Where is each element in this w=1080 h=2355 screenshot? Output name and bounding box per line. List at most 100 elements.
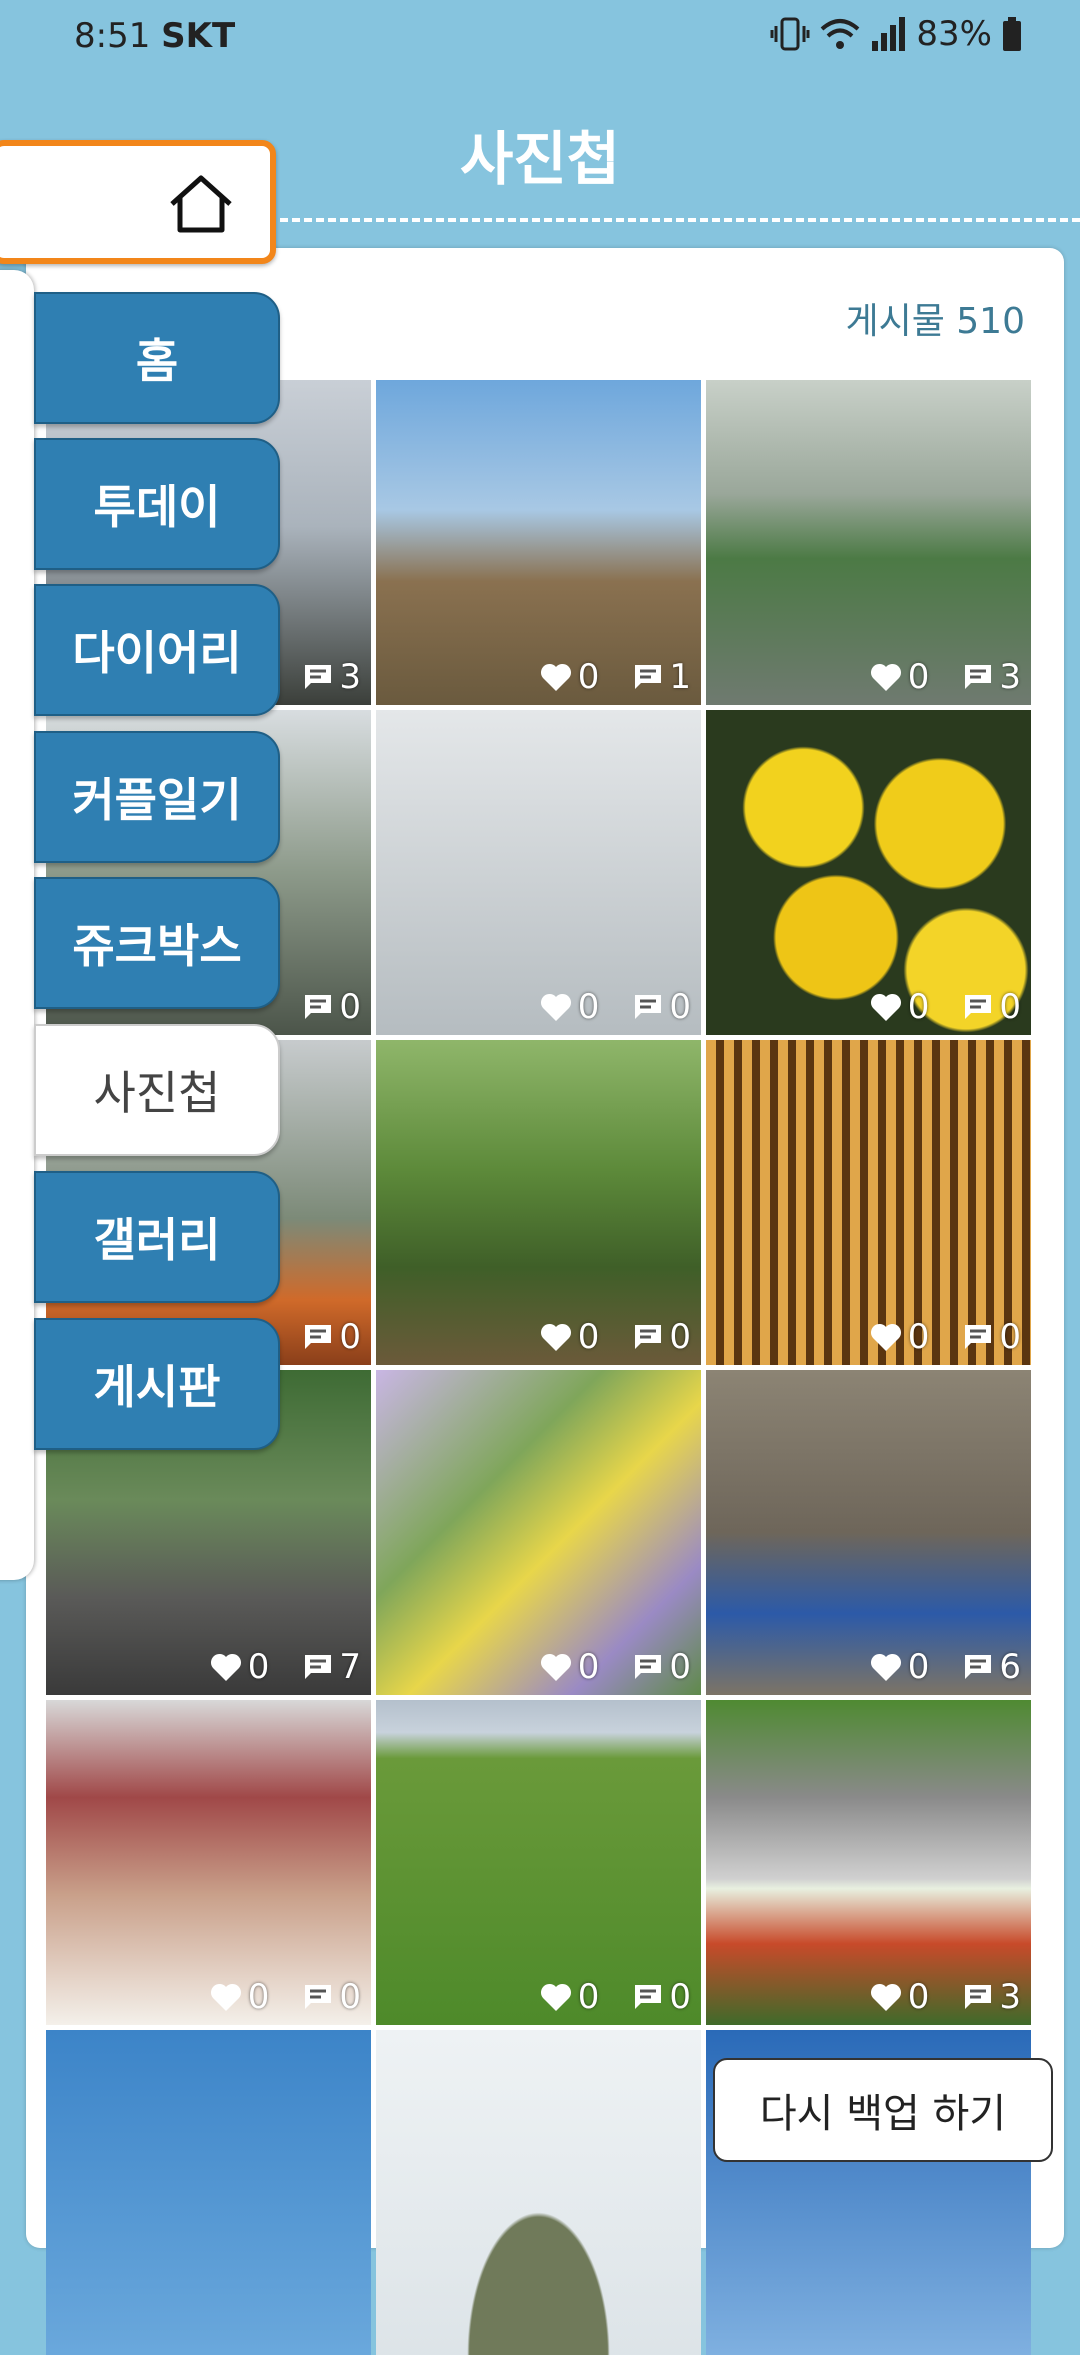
status-icons: 83% [770,14,1022,54]
battery-icon [1003,17,1021,51]
comment-count: 3 [999,1977,1021,2017]
comment-count: 0 [669,1647,691,1687]
photo-stats: 0 0 [210,1977,361,2017]
photo-thumb[interactable]: 0 1 [376,380,701,705]
heart-icon [210,1983,241,2011]
photo-stats: 0 0 [870,1317,1021,1357]
comment-icon [965,1325,992,1349]
comment-count: 3 [999,657,1021,697]
photo-thumb[interactable] [376,2030,701,2355]
status-time: 8:51 SKT [74,16,235,56]
tab-gallery[interactable]: 갤러리 [34,1171,280,1303]
like-count: 0 [577,1317,600,1357]
comment-icon [635,665,662,689]
comment-icon [965,995,992,1019]
side-nav-panel [0,270,34,1580]
home-button[interactable] [0,140,276,264]
photo-thumb[interactable]: 0 0 [46,1700,371,2025]
tab-diary[interactable]: 다이어리 [34,584,280,716]
photo-stats: 0 0 [540,1317,691,1357]
photo-thumb[interactable] [46,2030,371,2355]
signal-icon [872,17,906,51]
photo-stats: 0 [269,1317,361,1357]
like-count: 0 [577,987,600,1027]
like-count: 0 [907,1647,930,1687]
battery-percent: 83% [916,14,992,54]
photo-thumb[interactable]: 0 0 [376,1040,701,1365]
comment-icon [305,995,332,1019]
photo-stats: 0 0 [540,1647,691,1687]
comment-count: 0 [339,1317,361,1357]
comment-count: 3 [339,657,361,697]
comment-icon [965,1655,992,1679]
photo-stats: 0 0 [540,1977,691,2017]
photo-thumb[interactable]: 0 3 [706,1700,1031,2025]
status-bar: 8:51 SKT 83% [0,0,1080,70]
carrier: SKT [161,16,236,56]
photo-thumb[interactable]: 0 0 [376,710,701,1035]
wifi-icon [821,19,860,49]
tab-board[interactable]: 게시판 [34,1318,280,1450]
photo-thumb[interactable]: 0 0 [706,710,1031,1035]
photo-image [46,2030,371,2355]
post-count: 게시물 510 [845,301,1025,342]
comment-count: 0 [999,987,1021,1027]
heart-icon [210,1653,241,1681]
comment-icon [965,665,992,689]
photo-stats: 3 [269,657,361,697]
photo-thumb[interactable]: 0 0 [706,1040,1031,1365]
like-count: 0 [907,1317,930,1357]
heart-icon [870,663,901,691]
comment-icon [635,1985,662,2009]
home-icon [170,175,232,233]
photo-stats: 0 0 [540,987,691,1027]
comment-icon [305,1985,332,2009]
comment-icon [635,1655,662,1679]
tab-home[interactable]: 홈 [34,292,280,424]
comment-icon [305,1655,332,1679]
comment-icon [305,665,332,689]
heart-icon [870,1323,901,1351]
heart-icon [540,993,571,1021]
photo-stats: 0 0 [870,987,1021,1027]
comment-count: 0 [669,1977,691,2017]
comment-count: 6 [999,1647,1021,1687]
comment-count: 0 [339,1977,361,2017]
photo-thumb[interactable]: 0 0 [376,1700,701,2025]
heart-icon [870,1653,901,1681]
heart-icon [540,663,571,691]
comment-icon [635,1325,662,1349]
heart-icon [870,1983,901,2011]
clock: 8:51 [74,16,151,56]
comment-icon [305,1325,332,1349]
comment-count: 0 [669,987,691,1027]
like-count: 0 [907,1977,930,2017]
heart-icon [870,993,901,1021]
tab-today[interactable]: 투데이 [34,438,280,570]
comment-count: 0 [669,1317,691,1357]
heart-icon [540,1653,571,1681]
photo-stats: 0 7 [210,1647,361,1687]
photo-stats: 0 3 [870,657,1021,697]
photo-stats: 0 6 [870,1647,1021,1687]
like-count: 0 [577,1977,600,2017]
like-count: 0 [247,1977,270,2017]
heart-icon [540,1323,571,1351]
photo-thumb[interactable]: 0 0 [376,1370,701,1695]
photo-thumb[interactable]: 0 6 [706,1370,1031,1695]
photo-stats: 0 3 [870,1977,1021,2017]
photo-image [376,2030,701,2355]
comment-icon [965,1985,992,2009]
tab-couple-diary[interactable]: 커플일기 [34,731,280,863]
like-count: 0 [577,1647,600,1687]
heart-icon [540,1983,571,2011]
comment-count: 0 [339,987,361,1027]
photo-thumb[interactable]: 0 3 [706,380,1031,705]
tab-jukebox[interactable]: 쥬크박스 [34,877,280,1009]
backup-again-button[interactable]: 다시 백업 하기 [713,2058,1053,2162]
like-count: 0 [577,657,600,697]
like-count: 0 [247,1647,270,1687]
comment-icon [635,995,662,1019]
tab-photo-album[interactable]: 사진첩 [34,1024,280,1156]
like-count: 0 [907,657,930,697]
